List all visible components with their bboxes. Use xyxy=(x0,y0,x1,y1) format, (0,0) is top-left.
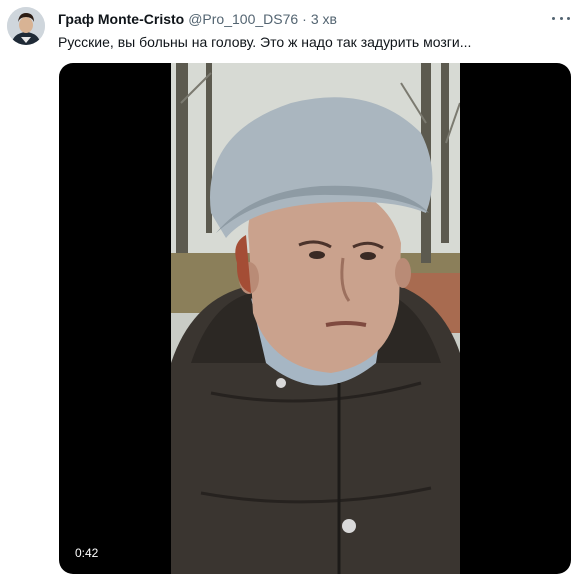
avatar[interactable] xyxy=(7,7,45,45)
video-player[interactable]: 0:42 xyxy=(59,63,571,574)
tweet-time[interactable]: 3 хв xyxy=(311,11,337,27)
video-frame[interactable] xyxy=(171,63,460,574)
tweet-header: Граф Monte-Cristo @Pro_100_DS76 · 3 хв xyxy=(58,10,337,28)
tweet[interactable]: Граф Monte-Cristo @Pro_100_DS76 · 3 хв Р… xyxy=(0,0,584,579)
author-handle[interactable]: @Pro_100_DS76 xyxy=(188,11,298,27)
tweet-text: Русские, вы больны на голову. Это ж надо… xyxy=(58,34,472,50)
more-horizontal-icon[interactable] xyxy=(552,9,570,27)
avatar-image xyxy=(7,7,45,45)
video-duration: 0:42 xyxy=(69,544,105,562)
author-name[interactable]: Граф Monte-Cristo xyxy=(58,11,184,27)
separator: · xyxy=(302,11,307,27)
